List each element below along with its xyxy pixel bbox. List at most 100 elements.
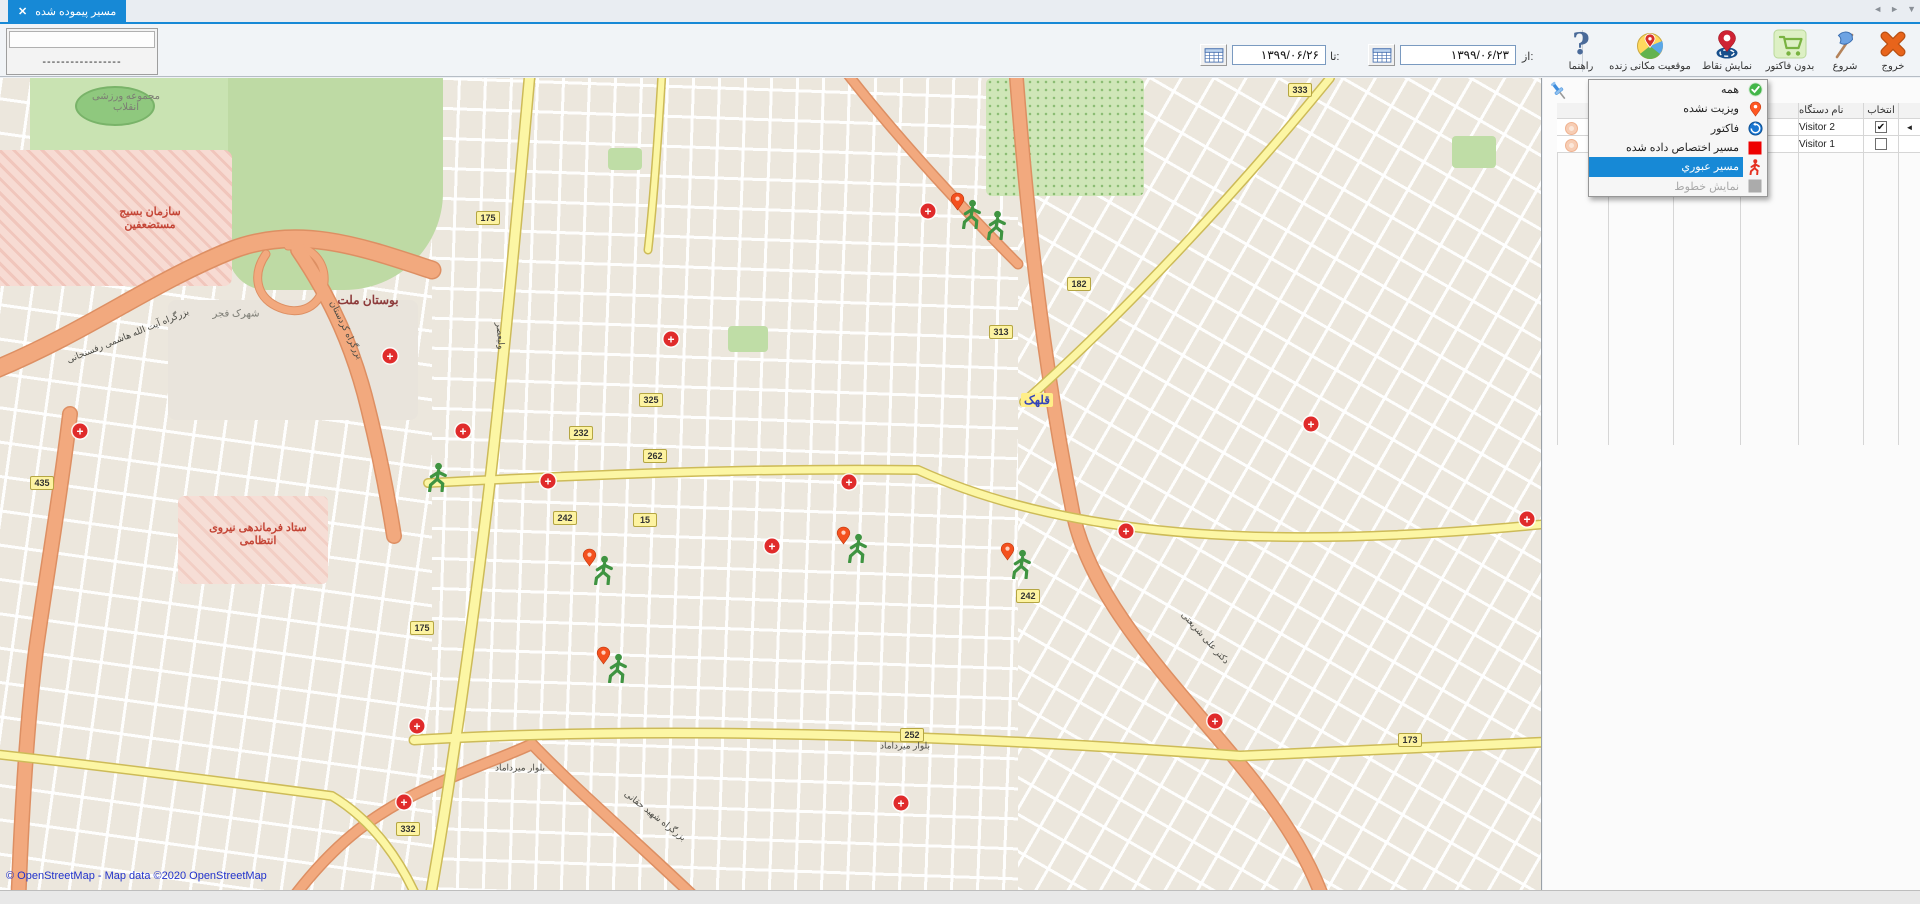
major-roads-layer <box>0 78 1542 890</box>
map-label: قلهک <box>1021 393 1053 407</box>
unvisited-point-marker[interactable]: + <box>541 474 556 489</box>
road-number-badge: 262 <box>643 449 667 463</box>
road-number-badge: 15 <box>633 513 657 527</box>
map-label: بلوار میرداماد <box>495 763 545 774</box>
walking-person-icon <box>984 210 1010 240</box>
orange-pin-icon <box>1000 542 1015 566</box>
visitor-person-marker[interactable] <box>984 210 1010 240</box>
menu-item-show-lines[interactable]: نمایش خطوط <box>1589 177 1767 196</box>
menu-item-not-visited[interactable]: ویزیت نشده <box>1589 99 1767 118</box>
orange-pin-icon <box>582 548 597 572</box>
row-status-circle <box>1565 122 1578 135</box>
blue-invoice-icon <box>1743 121 1767 136</box>
row-indicator <box>1898 136 1920 152</box>
row-selector-header <box>1898 103 1920 118</box>
device-filter-box[interactable]: ----------------- <box>6 28 158 75</box>
unvisited-point-marker[interactable]: + <box>397 795 412 810</box>
visitor-person-marker[interactable] <box>591 555 617 585</box>
show-points-button[interactable]: نمایش نقاط <box>1696 26 1758 76</box>
tab-scroll-left-icon[interactable]: ◄ <box>1873 4 1882 14</box>
menu-item-transit-route[interactable]: مسیر عبوري <box>1589 157 1767 176</box>
road-number-badge: 325 <box>639 393 663 407</box>
road-number-badge: 242 <box>553 511 577 525</box>
unvisited-point-marker[interactable]: + <box>894 796 909 811</box>
visitor-person-marker[interactable] <box>1009 549 1035 579</box>
road-number-badge: 182 <box>1067 277 1091 291</box>
orange-pin-icon <box>836 526 851 550</box>
help-button[interactable]: ? راهنما <box>1558 26 1604 76</box>
from-date-input[interactable]: ۱۳۹۹/۰۶/۲۳ <box>1400 45 1516 65</box>
map-label: ستاد فرماندهی نیروی انتظامی <box>203 521 313 547</box>
green-check-icon <box>1743 82 1767 97</box>
visitor-person-marker[interactable] <box>605 653 631 683</box>
orange-pin-icon <box>1743 101 1767 117</box>
road-number-badge: 232 <box>569 426 593 440</box>
unvisited-point-marker[interactable]: + <box>383 349 398 364</box>
from-date-label: از: <box>1522 50 1533 63</box>
tab-bar: ✕ مسیر پیموده شده ◄ ► ▼ <box>0 0 1920 22</box>
tab-traveled-route[interactable]: ✕ مسیر پیموده شده <box>8 0 126 22</box>
from-date-calendar-button[interactable] <box>1368 44 1395 66</box>
menu-item-invoice[interactable]: فاکتور <box>1589 119 1767 138</box>
road-number-badge: 175 <box>410 621 434 635</box>
device-name[interactable]: Visitor 2 <box>1798 119 1863 135</box>
map-canvas[interactable]: بوستان ملتسازمان بسیج مستضعفینستاد فرمان… <box>0 78 1542 890</box>
unvisited-point-marker[interactable]: + <box>921 204 936 219</box>
to-date-input[interactable]: ۱۳۹۹/۰۶/۲۶ <box>1232 45 1326 65</box>
globe-pin-icon <box>1634 28 1666 60</box>
app-window: ✕ مسیر پیموده شده ◄ ► ▼ ----------------… <box>0 0 1920 904</box>
filter-input[interactable] <box>9 31 155 48</box>
live-location-button[interactable]: موقعیت مکانی زنده <box>1604 26 1696 76</box>
menu-item-all[interactable]: همه <box>1589 80 1767 99</box>
map-label: بلوار میرداماد <box>880 741 930 752</box>
unvisited-point-marker[interactable]: + <box>1208 714 1223 729</box>
road-number-badge: 332 <box>396 822 420 836</box>
unvisited-point-marker[interactable]: + <box>410 719 425 734</box>
orange-pin-icon <box>950 192 965 216</box>
unvisited-point-marker[interactable]: + <box>1119 524 1134 539</box>
tab-close-icon[interactable]: ✕ <box>18 5 27 18</box>
tab-scroll-right-icon[interactable]: ► <box>1890 4 1899 14</box>
road-number-badge: 175 <box>476 211 500 225</box>
red-person-icon <box>1743 159 1767 175</box>
menu-item-assigned-route[interactable]: مسیر اختصاص داده شده <box>1589 138 1767 157</box>
unvisited-point-marker[interactable]: + <box>1520 512 1535 527</box>
map-label: شهرک فجر <box>191 309 281 320</box>
unvisited-point-marker[interactable]: + <box>1304 417 1319 432</box>
visitor2-checkbox[interactable]: ✔ <box>1875 121 1887 133</box>
map-attribution: © OpenStreetMap - Map data ©2020 OpenStr… <box>6 870 267 882</box>
unvisited-point-marker[interactable]: + <box>73 424 88 439</box>
orange-x-icon <box>1877 28 1909 60</box>
start-button[interactable]: شروع <box>1822 26 1868 76</box>
road-number-badge: 313 <box>989 325 1013 339</box>
status-strip <box>0 890 1920 904</box>
walking-person-icon <box>425 462 451 492</box>
location-pin-icon <box>1711 28 1743 60</box>
tab-list-dropdown-icon[interactable]: ▼ <box>1907 4 1916 14</box>
toolbar-buttons: ? راهنما موقعیت مکانی زنده <box>1558 26 1918 76</box>
to-date-calendar-button[interactable] <box>1200 44 1227 66</box>
road-number-badge: 173 <box>1398 733 1422 747</box>
select-column-header[interactable]: انتخاب <box>1863 103 1898 118</box>
current-row-indicator: ◄ <box>1898 119 1920 135</box>
unvisited-point-marker[interactable]: + <box>456 424 471 439</box>
without-invoice-button[interactable]: بدون فاکتور <box>1758 26 1822 76</box>
pushpin-icon <box>1547 80 1569 104</box>
filter-placeholder-dashes: ----------------- <box>7 56 157 68</box>
exit-button[interactable]: خروج <box>1868 26 1918 76</box>
marker-filter-menu: همه ویزیت نشده فاکتور مسیر اختصاص داده ش… <box>1588 79 1768 197</box>
device-column-header[interactable]: نام دستگاه <box>1798 103 1863 118</box>
visitor1-checkbox[interactable] <box>1875 138 1887 150</box>
map-label: مجموعه ورزشی انقلاب <box>81 91 171 113</box>
device-name[interactable]: Visitor 1 <box>1798 136 1863 152</box>
gray-square-icon <box>1743 179 1767 193</box>
to-date-label: تا: <box>1330 50 1339 63</box>
visitor-person-marker[interactable] <box>959 199 985 229</box>
unvisited-point-marker[interactable]: + <box>664 332 679 347</box>
visitor-person-marker[interactable] <box>425 462 451 492</box>
unvisited-point-marker[interactable]: + <box>765 539 780 554</box>
visitor-person-marker[interactable] <box>845 533 871 563</box>
shopping-cart-icon <box>1773 28 1807 60</box>
map-label: بوستان ملت <box>337 293 399 307</box>
unvisited-point-marker[interactable]: + <box>842 475 857 490</box>
